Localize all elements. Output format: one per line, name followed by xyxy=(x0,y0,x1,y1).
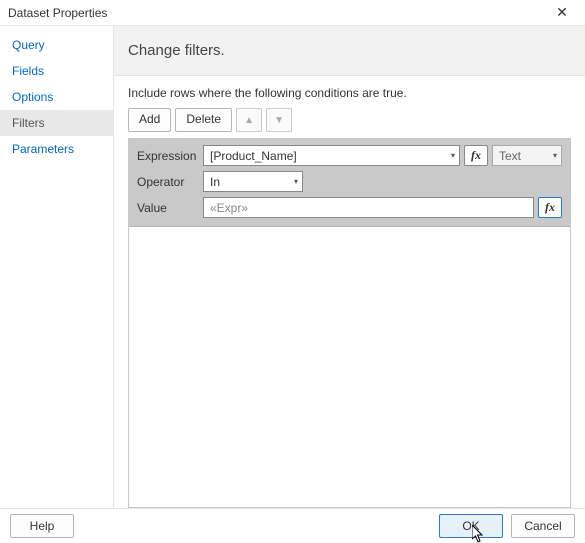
value-row: Value «Expr» fx xyxy=(137,197,562,218)
sidebar-item-label: Options xyxy=(12,90,53,104)
help-button[interactable]: Help xyxy=(10,514,74,538)
help-button-label: Help xyxy=(30,519,55,533)
expression-value: [Product_Name] xyxy=(210,149,297,163)
chevron-down-icon: ▾ xyxy=(553,151,557,160)
window-title: Dataset Properties xyxy=(8,6,107,20)
page-heading: Change filters. xyxy=(128,42,225,59)
sidebar-item-fields[interactable]: Fields xyxy=(0,58,113,84)
operator-label: Operator xyxy=(137,175,199,189)
main-panel: Change filters. Include rows where the f… xyxy=(114,26,585,508)
operator-combo[interactable]: In ▾ xyxy=(203,171,303,192)
operator-value: In xyxy=(210,175,220,189)
cancel-button-label: Cancel xyxy=(524,519,561,533)
filter-list-area xyxy=(129,227,570,507)
sidebar-item-label: Fields xyxy=(12,64,44,78)
close-icon: ✕ xyxy=(556,4,568,21)
fx-icon: fx xyxy=(471,148,481,163)
value-input[interactable]: «Expr» xyxy=(203,197,534,218)
filter-toolbar: Add Delete ▲ ▼ xyxy=(128,108,571,132)
ok-button[interactable]: OK xyxy=(439,514,503,538)
sidebar-item-parameters[interactable]: Parameters xyxy=(0,136,113,162)
sidebar-item-filters[interactable]: Filters xyxy=(0,110,113,136)
value-label: Value xyxy=(137,201,199,215)
operator-row: Operator In ▾ xyxy=(137,171,562,192)
move-down-button[interactable]: ▼ xyxy=(266,108,292,132)
chevron-down-icon: ▾ xyxy=(451,151,455,160)
expression-label: Expression xyxy=(137,149,199,163)
footer: Help OK Cancel xyxy=(0,508,585,542)
add-button[interactable]: Add xyxy=(128,108,171,132)
sidebar-item-options[interactable]: Options xyxy=(0,84,113,110)
expression-combo[interactable]: [Product_Name] ▾ xyxy=(203,145,460,166)
filter-editor: Expression [Product_Name] ▾ fx Text ▾ Op… xyxy=(129,139,570,227)
filter-panel: Expression [Product_Name] ▾ fx Text ▾ Op… xyxy=(128,138,571,508)
value-fx-button[interactable]: fx xyxy=(538,197,562,218)
value-placeholder: «Expr» xyxy=(210,201,248,215)
delete-button[interactable]: Delete xyxy=(175,108,232,132)
instruction-text: Include rows where the following conditi… xyxy=(128,86,571,100)
cancel-button[interactable]: Cancel xyxy=(511,514,575,538)
expression-row: Expression [Product_Name] ▾ fx Text ▾ xyxy=(137,145,562,166)
fx-icon: fx xyxy=(545,200,555,215)
arrow-down-icon: ▼ xyxy=(274,115,284,126)
heading-area: Change filters. xyxy=(114,26,585,76)
dialog-body: Query Fields Options Filters Parameters … xyxy=(0,26,585,508)
sidebar-item-label: Filters xyxy=(12,116,45,130)
close-button[interactable]: ✕ xyxy=(547,3,577,23)
sidebar-item-label: Query xyxy=(12,38,45,52)
content-area: Include rows where the following conditi… xyxy=(114,76,585,508)
add-button-label: Add xyxy=(139,112,160,126)
delete-button-label: Delete xyxy=(186,112,221,126)
chevron-down-icon: ▾ xyxy=(294,177,298,186)
sidebar-item-query[interactable]: Query xyxy=(0,32,113,58)
ok-button-label: OK xyxy=(462,519,479,533)
arrow-up-icon: ▲ xyxy=(244,115,254,126)
move-up-button[interactable]: ▲ xyxy=(236,108,262,132)
titlebar: Dataset Properties ✕ xyxy=(0,0,585,26)
sidebar: Query Fields Options Filters Parameters xyxy=(0,26,114,508)
type-value: Text xyxy=(499,149,521,163)
expression-fx-button[interactable]: fx xyxy=(464,145,488,166)
type-combo[interactable]: Text ▾ xyxy=(492,145,562,166)
sidebar-item-label: Parameters xyxy=(12,142,74,156)
